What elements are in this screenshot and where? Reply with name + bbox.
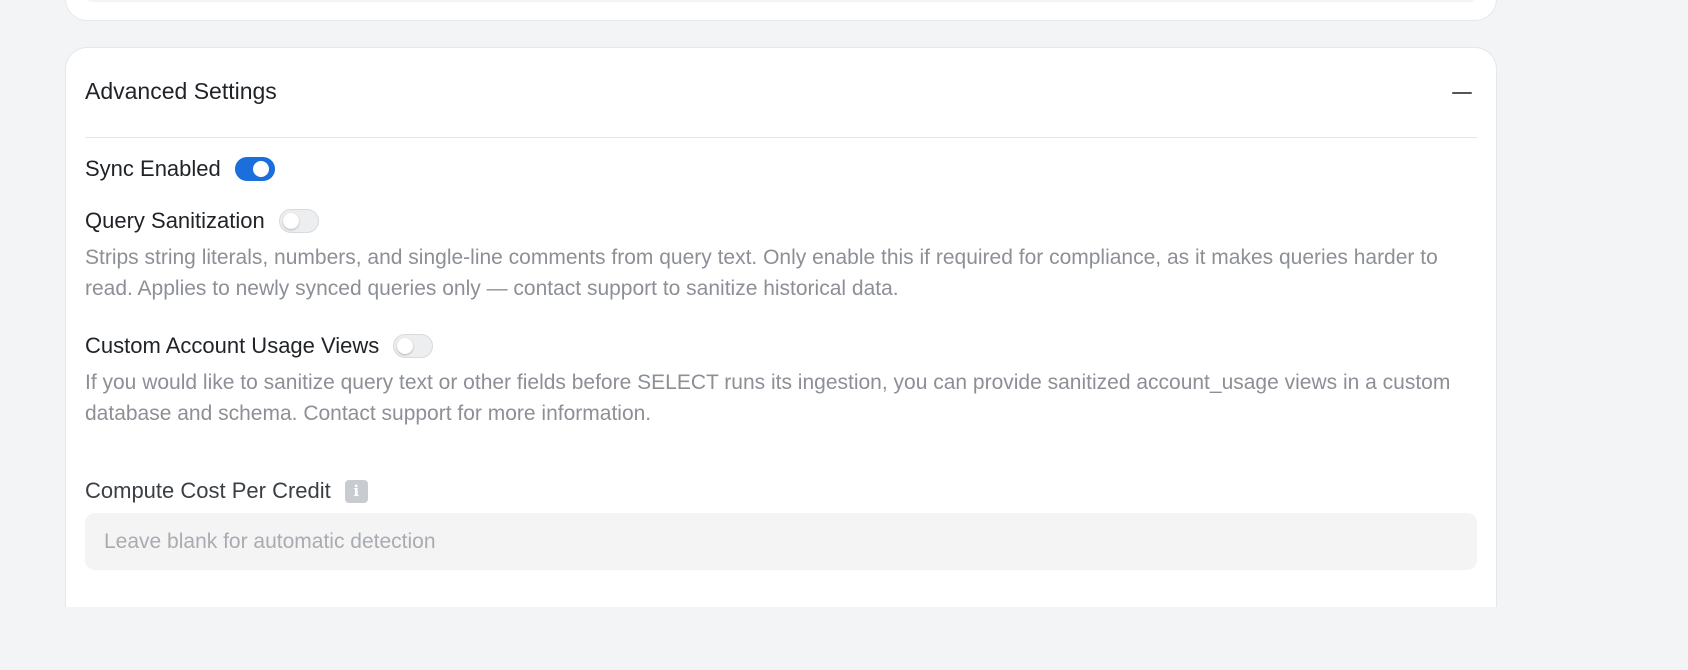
query-sanitization-toggle[interactable] bbox=[278, 209, 319, 233]
toggle-knob bbox=[397, 338, 414, 354]
previous-section-card bbox=[65, 0, 1497, 21]
query-sanitization-description: Strips string literals, numbers, and sin… bbox=[85, 246, 1438, 300]
sync-enabled-toggle[interactable] bbox=[234, 157, 275, 181]
advanced-settings-card: Advanced Settings Sync Enabled Query San… bbox=[65, 47, 1497, 607]
sync-enabled-label: Sync Enabled bbox=[85, 156, 221, 181]
previous-section-content-edge bbox=[86, 0, 1476, 2]
compute-cost-per-credit-label-row: Compute Cost Per Credit i bbox=[85, 477, 368, 505]
compute-cost-per-credit-label: Compute Cost Per Credit bbox=[85, 478, 331, 503]
advanced-settings-header[interactable]: Advanced Settings bbox=[85, 48, 1477, 138]
toggle-knob bbox=[282, 213, 299, 229]
custom-account-usage-views-row: Custom Account Usage Views bbox=[85, 332, 434, 360]
collapse-button[interactable] bbox=[1447, 78, 1477, 108]
query-sanitization-row: Query Sanitization bbox=[85, 207, 319, 235]
compute-cost-per-credit-input[interactable] bbox=[85, 513, 1477, 570]
minus-icon bbox=[1452, 92, 1472, 94]
toggle-knob bbox=[252, 161, 269, 177]
query-sanitization-label: Query Sanitization bbox=[85, 208, 265, 233]
custom-account-usage-views-description: If you would like to sanitize query text… bbox=[85, 371, 1451, 425]
sync-enabled-row: Sync Enabled bbox=[85, 155, 275, 183]
custom-account-usage-views-toggle[interactable] bbox=[393, 334, 434, 358]
custom-account-usage-views-label: Custom Account Usage Views bbox=[85, 333, 380, 358]
advanced-settings-title: Advanced Settings bbox=[85, 78, 277, 104]
info-icon[interactable]: i bbox=[344, 479, 368, 503]
